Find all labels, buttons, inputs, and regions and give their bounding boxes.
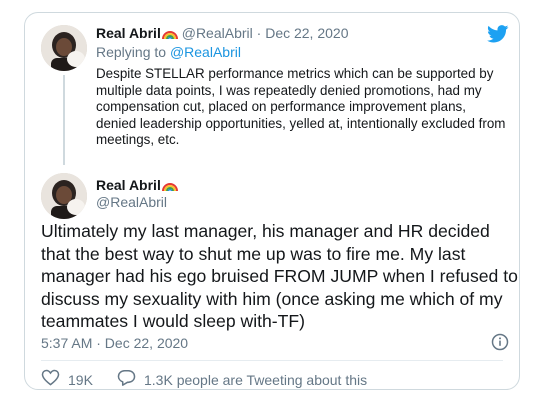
replying-to-link[interactable]: @RealAbril: [170, 44, 241, 60]
conversation-link[interactable]: 1.3K people are Tweeting about this: [117, 369, 367, 390]
author-handle[interactable]: @RealAbril: [96, 194, 167, 211]
reply-tweet-header: Real Abril @RealAbril · Dec 22, 2020: [96, 25, 349, 44]
conversation-text: 1.3K people are Tweeting about this: [144, 371, 368, 388]
author-handle[interactable]: @RealAbril: [182, 25, 253, 41]
author-name[interactable]: Real Abril: [96, 25, 161, 41]
speech-bubble-icon: [117, 369, 136, 390]
avatar[interactable]: [41, 173, 87, 219]
meta-separator: ·: [256, 25, 262, 41]
embedded-tweet-card[interactable]: Real Abril @RealAbril · Dec 22, 2020 Rep…: [24, 12, 520, 390]
twitter-bird-icon[interactable]: [487, 25, 509, 48]
reply-tweet-text: Despite STELLAR performance metrics whic…: [96, 66, 506, 148]
avatar[interactable]: [41, 25, 87, 71]
thread-connector-line: [63, 75, 65, 165]
main-tweet-text: Ultimately my last manager, his manager …: [41, 221, 518, 331]
tweet-timestamp[interactable]: 5:37 AM · Dec 22, 2020: [41, 335, 188, 352]
replying-prefix: Replying to: [96, 44, 167, 60]
replying-to-line: Replying to @RealAbril: [96, 44, 241, 61]
tweet-date[interactable]: Dec 22, 2020: [265, 25, 348, 41]
divider: [41, 360, 503, 361]
like-button[interactable]: 19K: [41, 369, 93, 390]
info-icon[interactable]: [491, 333, 509, 356]
author-name[interactable]: Real Abril: [96, 177, 161, 193]
like-count: 19K: [68, 371, 93, 388]
heart-icon: [41, 369, 60, 390]
rainbow-emoji-icon: [161, 27, 178, 44]
